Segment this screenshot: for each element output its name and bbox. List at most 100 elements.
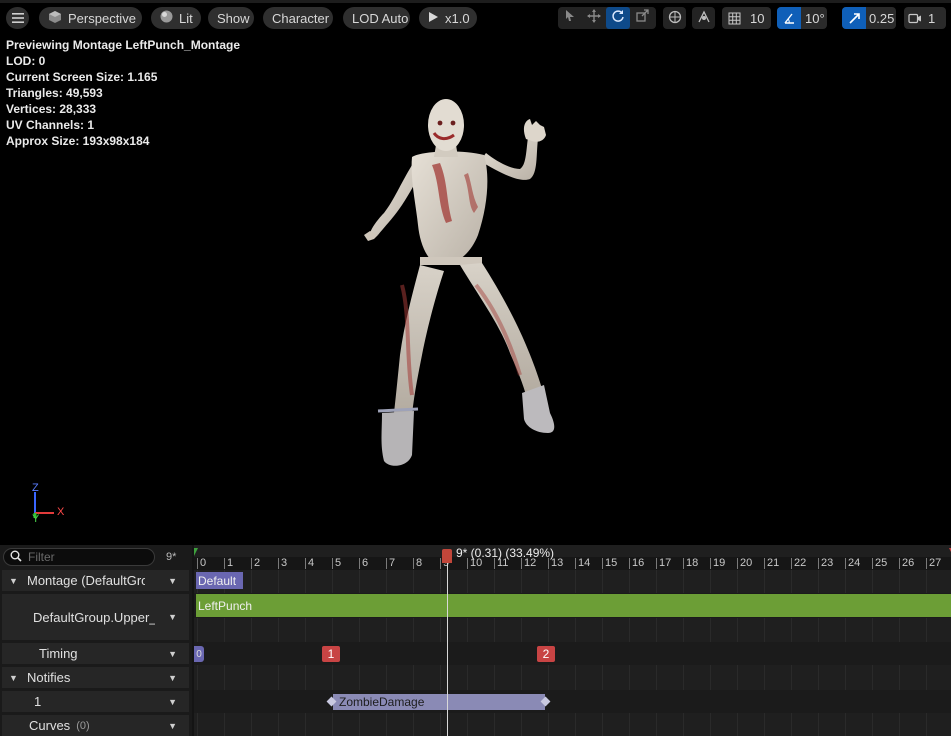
ruler-tick-label: 2 <box>250 557 261 569</box>
show-button[interactable]: Show <box>208 7 254 29</box>
grid-snap-control[interactable]: 10 <box>722 7 771 29</box>
scale-icon <box>635 9 649 27</box>
filter-input[interactable]: Filter <box>3 548 155 566</box>
lit-button[interactable]: Lit <box>151 7 201 29</box>
search-icon <box>10 550 22 565</box>
stats-screen-size: Current Screen Size: 1.165 <box>6 70 158 84</box>
scale-tool-button[interactable] <box>630 7 654 29</box>
lit-label: Lit <box>179 10 193 26</box>
axis-y-label: Y <box>32 513 40 525</box>
timing-marker-1-label: 1 <box>327 647 335 661</box>
camera-speed-value: 1 <box>928 10 936 26</box>
perspective-button[interactable]: Perspective <box>39 7 142 29</box>
chevron-down-icon[interactable]: ▼ <box>168 673 177 683</box>
curves-count: (0) <box>76 719 90 732</box>
scale-snap-control[interactable]: 0.25 <box>842 7 896 29</box>
viewport-top-edge <box>0 0 951 3</box>
ruler-tick-label: 18 <box>682 557 699 569</box>
ruler-tick-label: 5 <box>331 557 342 569</box>
preview-stats: Previewing Montage LeftPunch_Montage LOD… <box>6 37 240 149</box>
track-row-notify-track[interactable]: 1 ▼ <box>2 691 189 712</box>
lit-sphere-icon <box>160 10 173 26</box>
track-row-group[interactable]: DefaultGroup.Upper_ ▼ <box>2 594 189 640</box>
ruler-tick-label: 26 <box>898 557 915 569</box>
ruler-tick-label: 7 <box>385 557 396 569</box>
show-label: Show <box>217 10 250 26</box>
select-tool-button[interactable] <box>558 7 582 29</box>
snap-icon <box>697 10 711 27</box>
timing-marker[interactable]: 1 <box>322 646 340 662</box>
chevron-down-icon[interactable]: ▼ <box>168 612 177 622</box>
ruler-tick-label: 16 <box>628 557 645 569</box>
start-range-marker <box>194 548 198 556</box>
timeline-grid[interactable]: 2726252423222120191817161514131211109876… <box>194 545 951 736</box>
chevron-down-icon[interactable]: ▼ <box>168 576 177 586</box>
ruler-tick-label: 25 <box>871 557 888 569</box>
chevron-down-icon[interactable]: ▼ <box>168 721 177 731</box>
timing-start-tag: 0 <box>194 646 204 662</box>
expand-arrow-icon: ▼ <box>9 672 18 683</box>
filter-frame-count: 9* <box>166 551 177 563</box>
cube-icon <box>48 10 62 27</box>
scale-snap-icon <box>842 7 866 29</box>
stats-lod: LOD: 0 <box>6 54 46 68</box>
scrub-line <box>447 559 448 736</box>
translate-tool-button[interactable] <box>582 7 606 29</box>
world-local-button[interactable] <box>663 7 686 29</box>
camera-speed-control[interactable]: 1 <box>904 7 946 29</box>
ruler-tick-label: 1 <box>223 557 234 569</box>
perspective-label: Perspective <box>68 10 136 26</box>
timing-marker-2-label: 2 <box>542 647 550 661</box>
lod-button[interactable]: LOD Auto <box>343 7 410 29</box>
character-button[interactable]: Character <box>263 7 333 29</box>
rotate-icon <box>611 9 625 28</box>
ruler-tick-label: 8 <box>412 557 423 569</box>
notify-state-bar[interactable]: ZombieDamage <box>333 694 545 710</box>
angle-icon <box>777 7 801 29</box>
anim-segment[interactable]: LeftPunch <box>196 594 951 617</box>
track-row-timing[interactable]: Timing ▼ <box>2 643 189 664</box>
grid-snap-value: 10 <box>750 10 765 26</box>
grid-icon <box>722 12 746 25</box>
ruler-tick-label: 24 <box>844 557 861 569</box>
chevron-down-icon[interactable]: ▼ <box>168 649 177 659</box>
segment-label: LeftPunch <box>198 598 253 613</box>
cursor-icon <box>565 9 575 27</box>
axis-x-label: X <box>57 506 65 518</box>
play-speed-label: x1.0 <box>445 10 470 26</box>
rotate-tool-button[interactable] <box>606 7 630 29</box>
track-row-curves[interactable]: Curves (0) ▼ <box>2 715 189 736</box>
track-row-notifies[interactable]: ▼ Notifies ▼ <box>2 667 189 688</box>
chevron-down-icon[interactable]: ▼ <box>168 697 177 707</box>
surface-snap-button[interactable] <box>692 7 715 29</box>
ruler-tick-label: 14 <box>574 557 591 569</box>
track-row-montage[interactable]: ▼ Montage (DefaultGrou ▼ <box>2 570 189 591</box>
scrub-readout: 9* (0.31) (33.49%) <box>456 546 555 560</box>
play-speed-button[interactable]: x1.0 <box>419 7 477 29</box>
scale-snap-value: 0.25 <box>869 10 895 26</box>
notifies-row-label: Notifies <box>27 670 71 685</box>
section-slot[interactable]: Default <box>196 572 243 589</box>
rotation-snap-control[interactable]: 10° <box>777 7 827 29</box>
section-label: Default <box>198 573 237 588</box>
filter-placeholder: Filter <box>28 550 55 564</box>
preview-viewport[interactable]: Perspective Lit Show Character LOD Auto … <box>0 0 951 545</box>
hamburger-icon <box>11 11 24 26</box>
notify-label: ZombieDamage <box>339 695 425 709</box>
stats-approx-size: Approx Size: 193x98x184 <box>6 134 150 148</box>
ruler-tick-label: 0 <box>196 557 207 569</box>
viewport-menu-button[interactable] <box>6 7 29 29</box>
ruler-tick-label: 20 <box>736 557 753 569</box>
expand-arrow-icon: ▼ <box>9 575 18 586</box>
ruler-tick-label: 6 <box>358 557 369 569</box>
stats-vertices: Vertices: 28,333 <box>6 102 97 116</box>
globe-icon <box>668 10 682 27</box>
scrub-handle[interactable] <box>442 549 452 563</box>
ruler-tick-label: 17 <box>655 557 672 569</box>
zombie-character-mesh[interactable] <box>360 95 570 475</box>
group-row-label: DefaultGroup.Upper_ <box>33 609 155 625</box>
lod-label: LOD Auto <box>352 10 409 26</box>
timing-marker[interactable]: 2 <box>537 646 555 662</box>
ruler-tick-label: 21 <box>763 557 780 569</box>
transform-tools <box>558 7 656 29</box>
